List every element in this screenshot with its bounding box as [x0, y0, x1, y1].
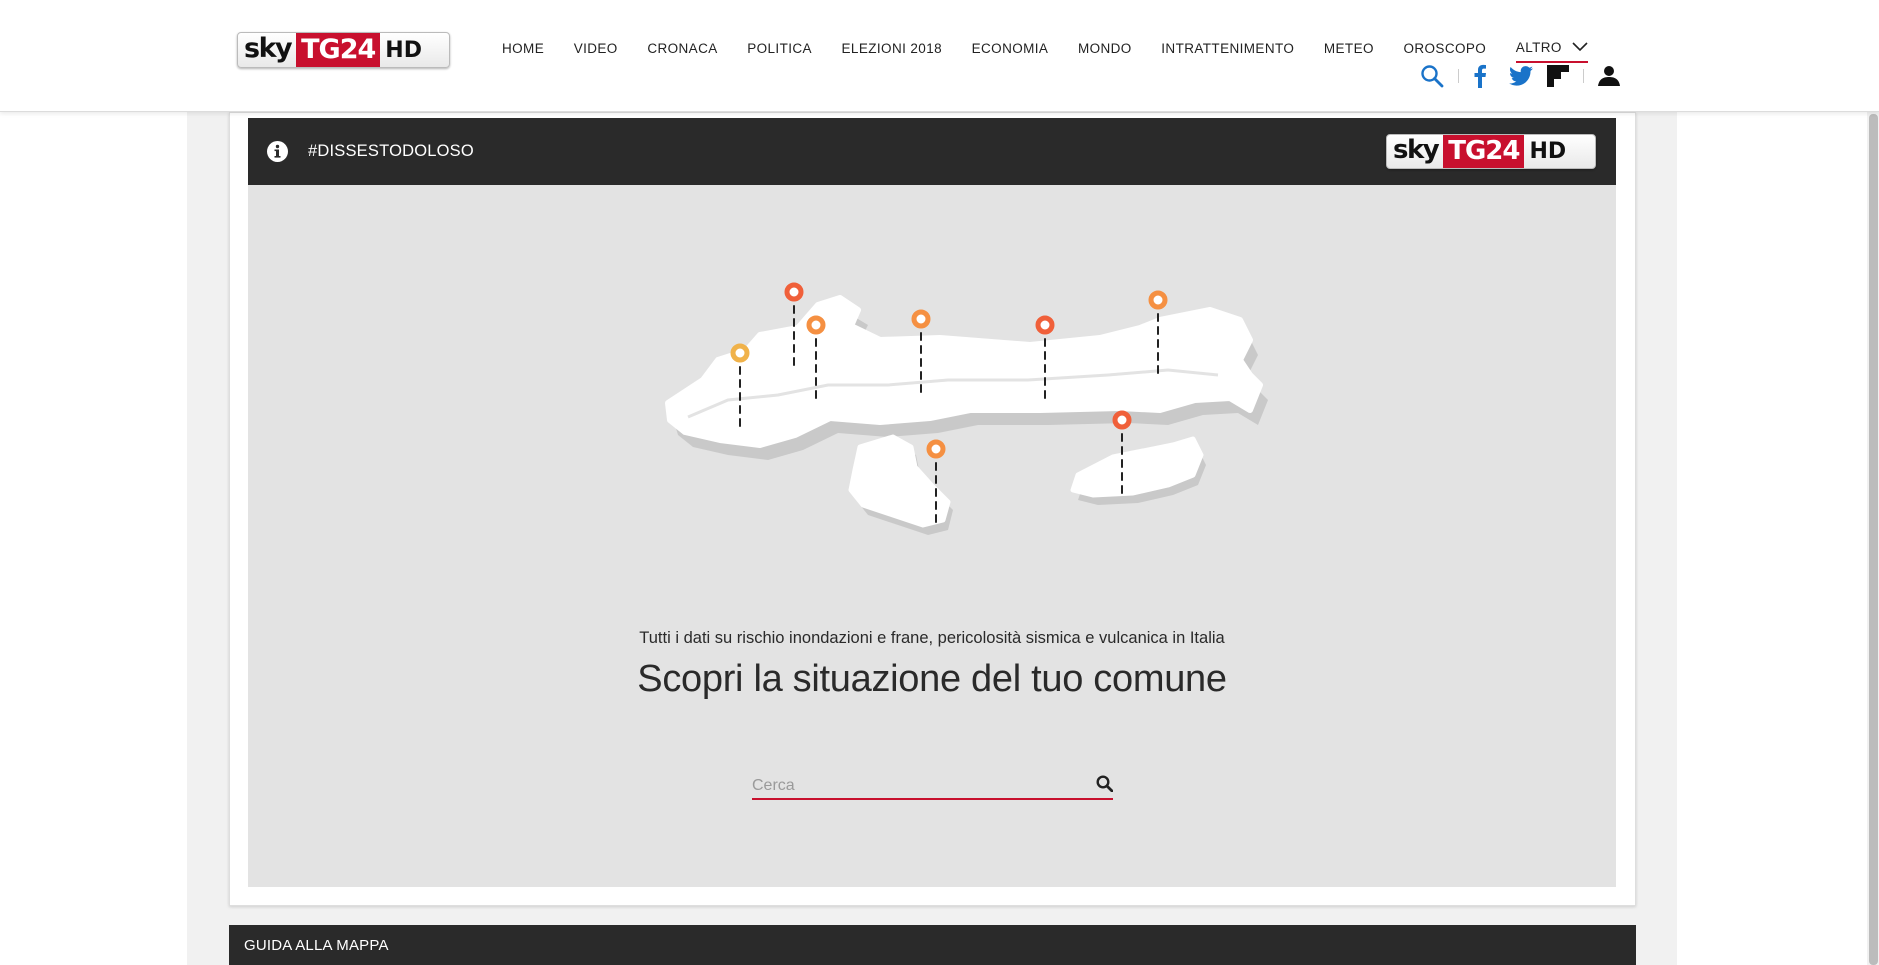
map-guide-label: GUIDA ALLA MAPPA — [244, 937, 389, 954]
nav-item-intrattenimento[interactable]: INTRATTENIMENTO — [1161, 40, 1294, 63]
logo-sky-text: sky — [1393, 135, 1440, 165]
hashtag-label: #DISSESTODOLOSO — [308, 142, 474, 160]
nav-item-altro-label: ALTRO — [1515, 40, 1562, 55]
nav-item-meteo[interactable]: METEO — [1324, 40, 1374, 63]
comune-search-input[interactable] — [752, 768, 1072, 798]
top-navigation-bar: sky TG24 HD HOME VIDEO CRONACA POLITICA … — [0, 0, 1879, 112]
nav-item-mondo[interactable]: MONDO — [1078, 40, 1132, 63]
facebook-icon[interactable] — [1473, 64, 1487, 88]
logo-tg-text: TG24 — [1443, 135, 1525, 168]
logo-hd-text: HD — [1529, 139, 1567, 164]
search-icon[interactable] — [1096, 775, 1114, 797]
main-menu: HOME VIDEO CRONACA POLITICA ELEZIONI 201… — [502, 40, 1617, 63]
intro-subtitle: Tutti i dati su rischio inondazioni e fr… — [639, 629, 1225, 647]
nav-item-home[interactable]: HOME — [502, 40, 544, 63]
nav-item-altro[interactable]: ALTRO — [1515, 40, 1588, 63]
header-tools — [1420, 64, 1620, 88]
nav-item-elezioni-2018[interactable]: ELEZIONI 2018 — [842, 40, 943, 63]
twitter-icon[interactable] — [1509, 66, 1533, 86]
logo-sky-text: sky — [244, 33, 293, 64]
nav-item-politica[interactable]: POLITICA — [747, 40, 812, 63]
search-icon[interactable] — [1420, 64, 1444, 88]
logo-hd-text: HD — [385, 37, 422, 63]
nav-item-cronaca[interactable]: CRONACA — [647, 40, 717, 63]
flipboard-icon[interactable] — [1547, 65, 1569, 87]
nav-item-economia[interactable]: ECONOMIA — [972, 40, 1049, 63]
info-icon[interactable] — [267, 141, 288, 167]
divider — [1458, 69, 1459, 83]
intro-title: Scopri la situazione del tuo comune — [637, 658, 1227, 700]
map-guide-bar[interactable]: GUIDA ALLA MAPPA — [229, 925, 1636, 965]
comune-search — [752, 768, 1114, 800]
nav-item-oroscopo[interactable]: OROSCOPO — [1403, 40, 1486, 63]
page-scrollbar[interactable] — [1867, 112, 1879, 965]
user-icon[interactable] — [1598, 65, 1620, 87]
widget-header: #DISSESTODOLOSO sky TG24 HD — [248, 118, 1616, 185]
map-intro-panel: Tutti i dati su rischio inondazioni e fr… — [248, 185, 1616, 887]
chevron-down-icon — [1572, 40, 1588, 55]
divider — [1583, 69, 1584, 83]
logo-tg-text: TG24 — [296, 33, 381, 67]
nav-item-video[interactable]: VIDEO — [574, 40, 618, 63]
scrollbar-thumb[interactable] — [1869, 114, 1878, 965]
skytg24-logo-widget: sky TG24 HD — [1386, 134, 1596, 169]
italy-map-illustration — [665, 282, 1268, 535]
skytg24-logo[interactable]: sky TG24 HD — [237, 32, 450, 68]
